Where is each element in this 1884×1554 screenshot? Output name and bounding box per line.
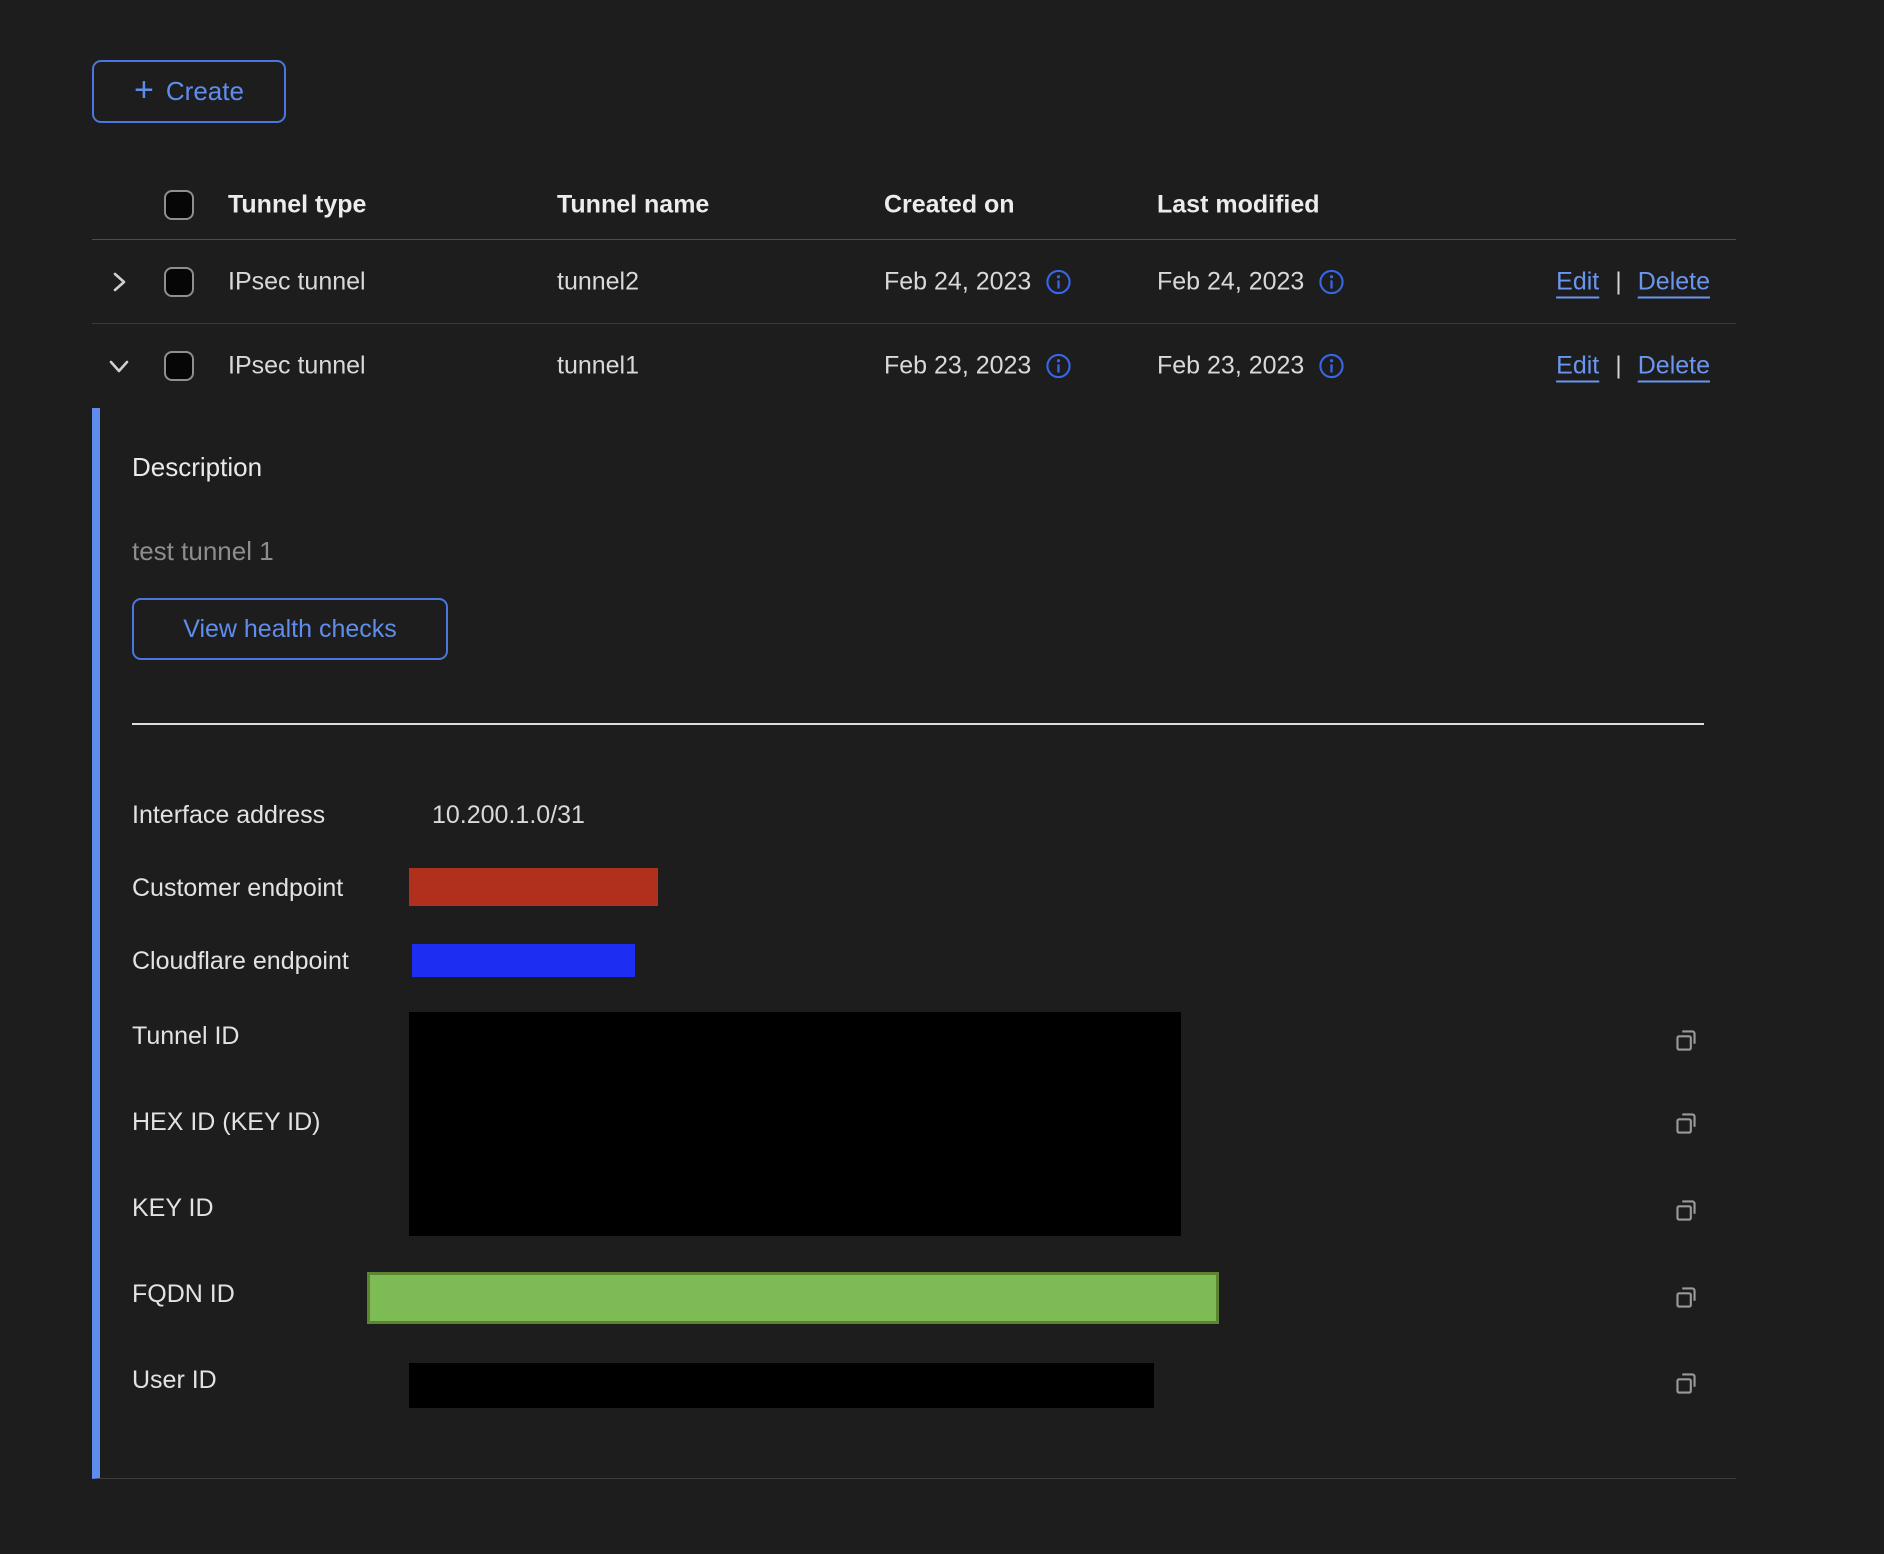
table-row-tunnel2: IPsec tunnel tunnel2 Feb 24, 2023 Feb 24… <box>92 240 1736 324</box>
created-on-cell: Feb 24, 2023 <box>884 267 1031 296</box>
tunnels-page: + Create Tunnel type Tunnel name Created… <box>0 0 1884 1554</box>
info-icon[interactable] <box>1318 353 1345 380</box>
copy-user-id-button[interactable] <box>1670 1367 1702 1399</box>
row-checkbox[interactable] <box>164 267 194 297</box>
header-tunnel-type: Tunnel type <box>228 190 366 219</box>
tunnel-details-panel: Description test tunnel 1 View health ch… <box>92 408 1736 1479</box>
delete-link[interactable]: Delete <box>1638 352 1710 381</box>
header-tunnel-name: Tunnel name <box>557 190 709 219</box>
tunnel-name-cell: tunnel2 <box>557 267 639 296</box>
user-id-label: User ID <box>132 1363 217 1397</box>
key-id-label: KEY ID <box>132 1191 214 1225</box>
copy-tunnel-id-button[interactable] <box>1670 1024 1702 1056</box>
delete-link[interactable]: Delete <box>1638 267 1710 296</box>
info-icon[interactable] <box>1318 268 1345 295</box>
hex-id-label: HEX ID (KEY ID) <box>132 1105 320 1139</box>
copy-key-id-button[interactable] <box>1670 1194 1702 1226</box>
section-divider <box>132 723 1704 725</box>
info-icon[interactable] <box>1045 268 1072 295</box>
copy-fqdn-id-button[interactable] <box>1670 1281 1702 1313</box>
action-separator: | <box>1615 267 1622 296</box>
tunnel-type-cell: IPsec tunnel <box>228 352 366 381</box>
created-on-cell: Feb 23, 2023 <box>884 352 1031 381</box>
copy-hex-id-button[interactable] <box>1670 1107 1702 1139</box>
last-modified-cell: Feb 24, 2023 <box>1157 267 1304 296</box>
chevron-right-icon[interactable] <box>104 267 134 297</box>
edit-link[interactable]: Edit <box>1556 267 1599 296</box>
tunnel-type-cell: IPsec tunnel <box>228 267 366 296</box>
cloudflare-endpoint-label: Cloudflare endpoint <box>132 944 349 978</box>
edit-link[interactable]: Edit <box>1556 352 1599 381</box>
interface-address-value: 10.200.1.0/31 <box>432 798 585 832</box>
description-label: Description <box>132 450 262 484</box>
ids-redaction-block <box>409 1012 1181 1236</box>
row-checkbox[interactable] <box>164 351 194 381</box>
chevron-down-icon[interactable] <box>104 351 134 381</box>
info-icon[interactable] <box>1045 353 1072 380</box>
last-modified-cell: Feb 23, 2023 <box>1157 352 1304 381</box>
table-header-row: Tunnel type Tunnel name Created on Last … <box>92 170 1736 240</box>
tunnel-name-cell: tunnel1 <box>557 352 639 381</box>
tunnels-table: Tunnel type Tunnel name Created on Last … <box>92 170 1736 1479</box>
select-all-checkbox[interactable] <box>164 190 194 220</box>
create-button-label: Create <box>166 76 244 107</box>
cloudflare-endpoint-redaction <box>412 944 635 977</box>
customer-endpoint-redaction <box>409 868 658 906</box>
table-row-tunnel1: IPsec tunnel tunnel1 Feb 23, 2023 Feb 23… <box>92 324 1736 408</box>
header-created-on: Created on <box>884 190 1015 219</box>
fqdn-id-redaction <box>367 1272 1219 1324</box>
plus-icon: + <box>134 73 154 107</box>
view-health-checks-button[interactable]: View health checks <box>132 598 448 660</box>
fqdn-id-label: FQDN ID <box>132 1277 235 1311</box>
customer-endpoint-label: Customer endpoint <box>132 871 343 905</box>
tunnel-id-label: Tunnel ID <box>132 1019 239 1053</box>
description-value: test tunnel 1 <box>132 534 274 568</box>
create-button[interactable]: + Create <box>92 60 286 123</box>
header-last-modified: Last modified <box>1157 190 1320 219</box>
interface-address-label: Interface address <box>132 798 325 832</box>
action-separator: | <box>1615 352 1622 381</box>
user-id-redaction <box>409 1363 1154 1408</box>
